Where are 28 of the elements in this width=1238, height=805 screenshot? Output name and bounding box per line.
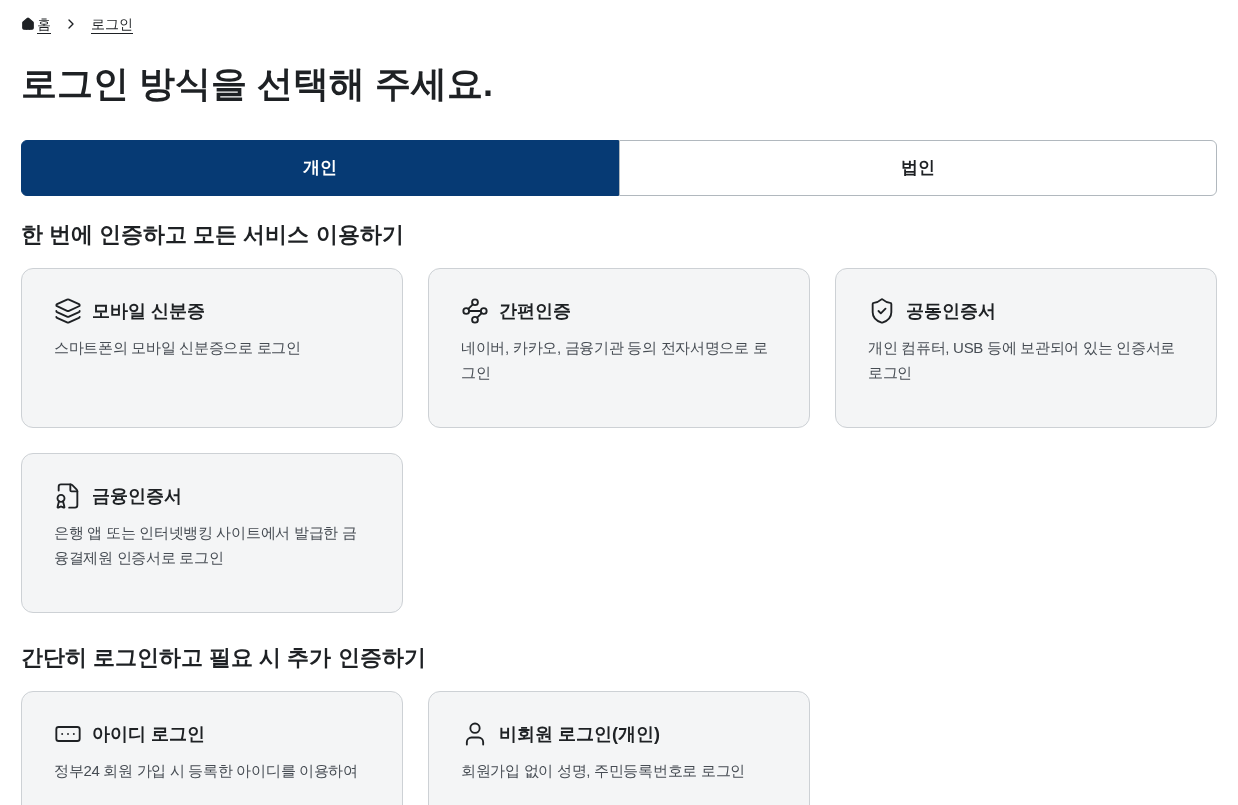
tab[interactable]: 법인 [619,140,1217,196]
section-heading: 한 번에 인증하고 모든 서비스 이용하기 [21,221,405,249]
card-title: 비회원 로그인(개인) [499,722,660,746]
home-icon [21,17,35,31]
login-option-card[interactable]: 간편인증 네이버, 카카오, 금융기관 등의 전자서명으로 로그인 [428,268,810,428]
login-option-card[interactable]: 금융인증서 은행 앱 또는 인터넷뱅킹 사이트에서 발급한 금융결제원 인증서로 로그인 [21,453,403,613]
tab[interactable]: 개인 [21,140,619,196]
login-option-card[interactable]: 공동인증서 개인 컴퓨터, USB 등에 보관되어 있는 인증서로 로그인 [835,268,1217,428]
breadcrumb-link[interactable]: 로그인 [91,14,133,34]
card-description: 개인 컴퓨터, USB 등에 보관되어 있는 인증서로 로그인 [868,338,1176,383]
page-title: 로그인 방식을 선택해 주세요. [21,62,494,106]
login-option-card[interactable]: 아이디 로그인 정부24 회원 가입 시 등록한 아이디를 이용하여 [21,691,403,805]
card-description: 네이버, 카카오, 금융기관 등의 전자서명으로 로그인 [461,338,769,383]
card-title: 모바일 신분증 [92,299,205,323]
card-description: 스마트폰의 모바일 신분증으로 로그인 [54,338,302,358]
login-option-card[interactable]: 모바일 신분증 스마트폰의 모바일 신분증으로 로그인 [21,268,403,428]
card-description: 정부24 회원 가입 시 등록한 아이디를 이용하여 [54,761,359,781]
card-description: 은행 앱 또는 인터넷뱅킹 사이트에서 발급한 금융결제원 인증서로 로그인 [54,523,358,568]
login-option-card[interactable]: 비회원 로그인(개인) 회원가입 없이 성명, 주민등록번호로 로그인 [428,691,810,805]
card-title: 금융인증서 [92,484,182,508]
layers-icon [54,297,82,325]
nodes-icon [461,297,489,325]
card-description: 회원가입 없이 성명, 주민등록번호로 로그인 [461,761,746,781]
section-heading: 간단히 로그인하고 필요 시 추가 인증하기 [21,644,427,672]
breadcrumb-link[interactable]: 홈 [37,14,51,34]
card-title: 공동인증서 [906,299,996,323]
card-title: 아이디 로그인 [92,722,205,746]
card-title: 간편인증 [499,299,571,323]
